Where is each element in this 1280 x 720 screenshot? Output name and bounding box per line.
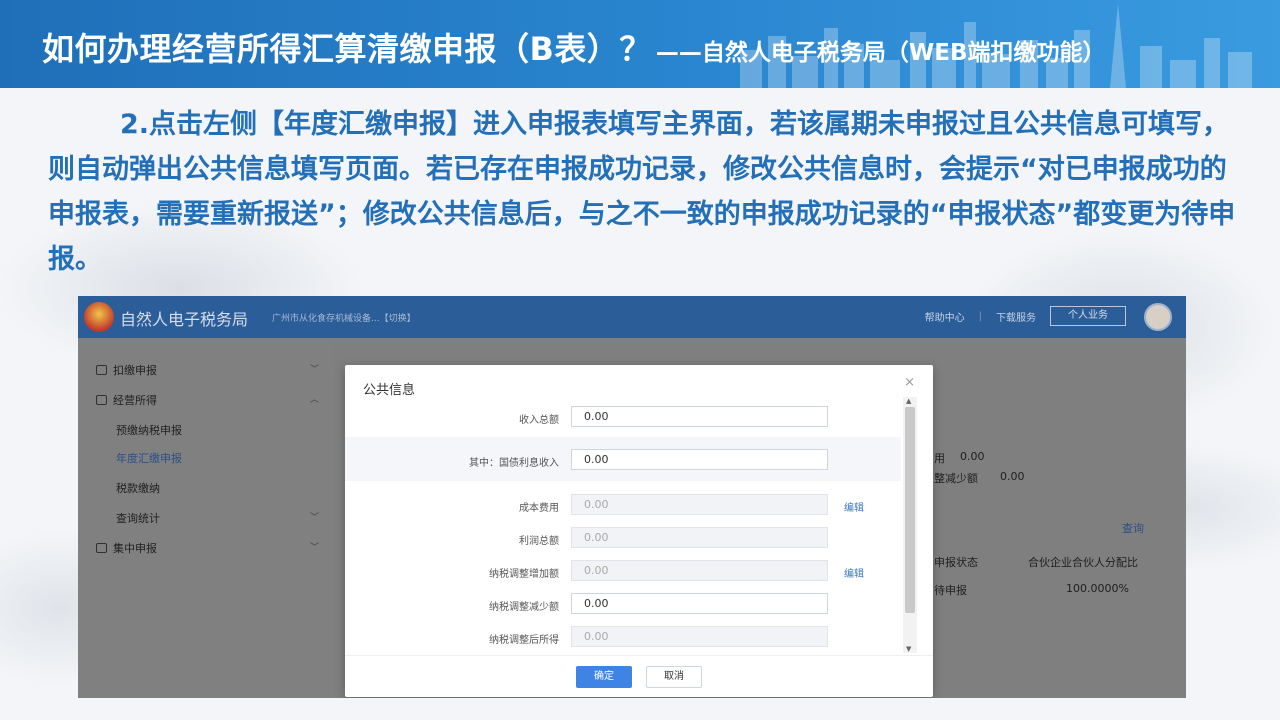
form-row-bond-interest: 其中：国债利息收入 0.00	[345, 437, 901, 481]
monitor-icon	[96, 543, 107, 553]
sidebar-item-label: 税款缴纳	[116, 482, 160, 495]
reduce-value: 0.00	[1000, 470, 1025, 483]
cancel-button[interactable]: 取消	[646, 666, 702, 688]
sidebar-item-prepay[interactable]: 预缴纳税申报	[116, 422, 182, 438]
table-header-status: 申报状态	[934, 556, 978, 569]
slide-title-sub: ——自然人电子税务局（WEB端扣缴功能）	[655, 40, 1106, 66]
slide-title-main: 如何办理经营所得汇算清缴申报（B表）？	[42, 30, 652, 68]
chevron-up-icon[interactable]: ︿	[310, 392, 319, 405]
sidebar-item-withholding[interactable]: 扣缴申报	[96, 362, 157, 378]
form-label: 成本费用	[519, 503, 559, 514]
form-label: 纳税调整后所得	[489, 635, 559, 646]
form-label: 纳税调整减少额	[489, 602, 559, 613]
sidebar-item-centralized[interactable]: 集中申报	[96, 540, 157, 556]
chevron-down-icon[interactable]: ﹀	[310, 540, 319, 553]
report-icon	[96, 365, 107, 375]
top-links: 帮助中心 | 下载服务	[925, 309, 1036, 324]
edit-adjust-increase-link[interactable]: 编辑	[844, 565, 864, 580]
profit-input: 0.00	[571, 527, 828, 548]
income-input[interactable]: 0.00	[571, 406, 828, 427]
adjust-decrease-input[interactable]: 0.00	[571, 593, 828, 614]
cost-value: 0.00	[960, 450, 985, 463]
sidebar-item-label: 预缴纳税申报	[116, 424, 182, 437]
form-label: 收入总额	[519, 415, 559, 426]
sidebar-item-business-income[interactable]: 经营所得	[96, 392, 157, 408]
adjust-increase-input: 0.00	[571, 560, 828, 581]
app-screenshot: 自然人电子税务局 广州市从化食存机械设备...【切换】 个人业务 帮助中心 | …	[78, 296, 1186, 698]
form-row-adjusted-income: 纳税调整后所得 0.00	[345, 617, 901, 653]
scroll-down-icon[interactable]: ▼	[906, 645, 911, 653]
reduce-label: 整减少额	[934, 472, 978, 485]
modal-scrollbar[interactable]: ▲ ▼	[903, 397, 917, 653]
bond-interest-input[interactable]: 0.00	[571, 449, 828, 470]
cost-input: 0.00	[571, 494, 828, 515]
tax-emblem-icon	[84, 302, 114, 332]
form-label: 其中：国债利息收入	[469, 458, 559, 469]
modal-footer: 确定 取消	[345, 655, 933, 697]
instruction-paragraph: 2.点击左侧【年度汇缴申报】进入申报表填写主界面，若该属期未申报过且公共信息可填…	[48, 109, 1236, 275]
close-icon[interactable]: ×	[904, 375, 915, 390]
scroll-thumb[interactable]	[905, 407, 915, 613]
org-switch-link[interactable]: 广州市从化食存机械设备...【切换】	[272, 311, 416, 324]
help-center-link[interactable]: 帮助中心	[925, 309, 965, 324]
modal-form: 收入总额 0.00 其中：国债利息收入 0.00 成本费用 0.00 编辑 利润…	[345, 397, 933, 653]
sidebar-item-label: 经营所得	[113, 394, 157, 407]
query-toggle[interactable]: 查询	[1122, 520, 1144, 536]
table-cell-ratio: 100.0000%	[1066, 582, 1129, 595]
sidebar-item-query[interactable]: 查询统计	[116, 510, 160, 526]
modal-title: 公共信息	[363, 383, 416, 398]
scroll-up-icon[interactable]: ▲	[906, 397, 911, 405]
sidebar-item-label: 集中申报	[113, 542, 157, 555]
form-label: 利润总额	[519, 536, 559, 547]
sidebar-item-annual[interactable]: 年度汇缴申报	[116, 450, 182, 466]
public-info-modal: 公共信息 × 收入总额 0.00 其中：国债利息收入 0.00 成本费用 0.0…	[345, 365, 933, 697]
chevron-down-icon[interactable]: ﹀	[310, 510, 319, 523]
folder-icon	[96, 395, 107, 405]
personal-business-button[interactable]: 个人业务	[1050, 306, 1126, 326]
download-service-link[interactable]: 下载服务	[996, 309, 1036, 324]
app-topbar: 自然人电子税务局 广州市从化食存机械设备...【切换】 个人业务 帮助中心 | …	[78, 296, 1186, 338]
chevron-down-icon[interactable]: ﹀	[310, 362, 319, 375]
avatar[interactable]	[1144, 303, 1172, 331]
sidebar: 扣缴申报 ﹀ 经营所得 ︿ 预缴纳税申报 年度汇缴申报 税款缴纳 查询统计 ﹀	[78, 338, 334, 698]
form-row-income: 收入总额 0.00	[345, 397, 901, 437]
table-cell-status: 待申报	[934, 584, 967, 597]
sidebar-item-label: 年度汇缴申报	[116, 452, 182, 465]
link-separator: |	[978, 311, 982, 322]
sidebar-item-tax-payment[interactable]: 税款缴纳	[116, 480, 160, 496]
slide-header: 如何办理经营所得汇算清缴申报（B表）？ ——自然人电子税务局（WEB端扣缴功能）	[0, 0, 1280, 88]
form-label: 纳税调整增加额	[489, 569, 559, 580]
edit-cost-link[interactable]: 编辑	[844, 499, 864, 514]
table-header-ratio: 合伙企业合伙人分配比	[1028, 556, 1138, 569]
app-name: 自然人电子税务局	[120, 310, 249, 329]
sidebar-item-label: 扣缴申报	[113, 364, 157, 377]
sidebar-item-label: 查询统计	[116, 512, 160, 525]
cost-label: 用	[934, 452, 945, 465]
adjusted-income-input: 0.00	[571, 626, 828, 647]
confirm-button[interactable]: 确定	[576, 666, 632, 688]
slide-title: 如何办理经营所得汇算清缴申报（B表）？ ——自然人电子税务局（WEB端扣缴功能）	[42, 24, 1106, 70]
